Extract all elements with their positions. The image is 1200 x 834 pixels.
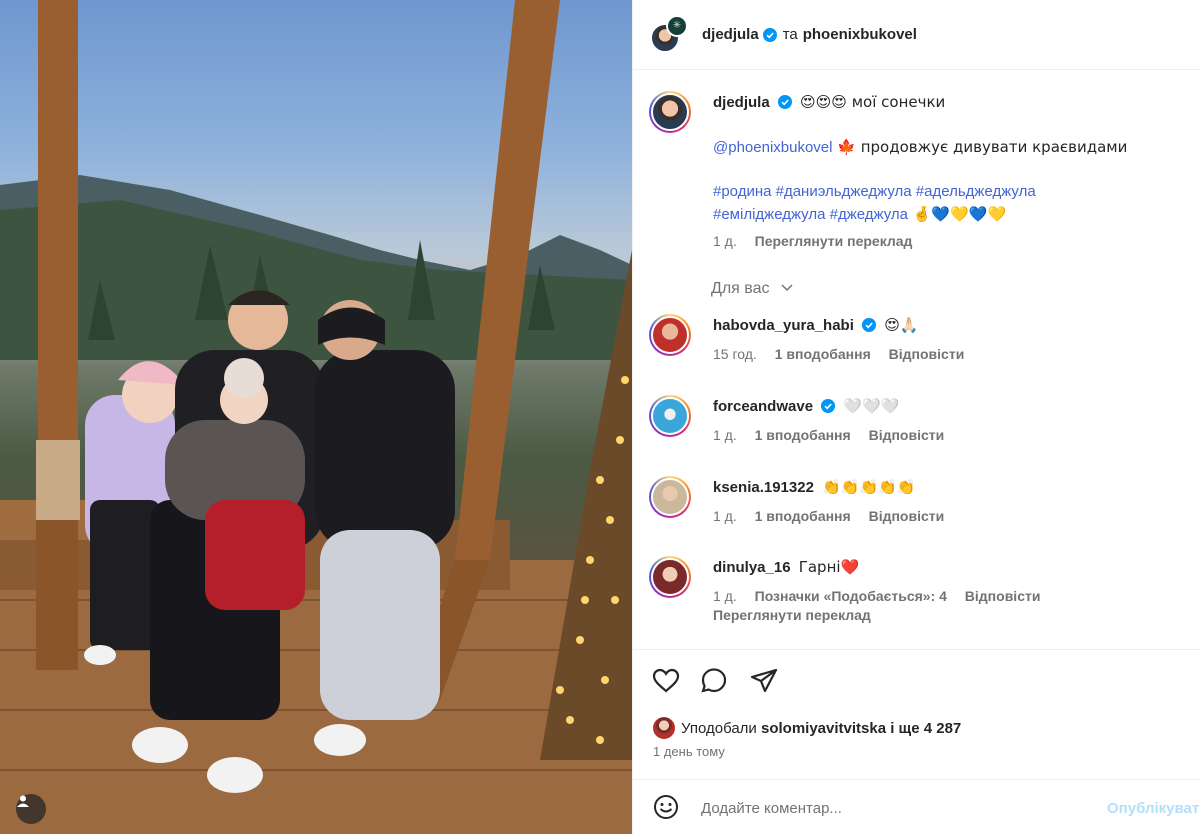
comment-text: 😍🙏🏻: [884, 316, 919, 334]
post-photo[interactable]: [0, 0, 632, 834]
comment-reply-button[interactable]: Відповісти: [869, 508, 945, 524]
comment-avatar[interactable]: [649, 314, 691, 356]
comment-input[interactable]: Додайте коментар...: [701, 800, 842, 817]
caption-hashtags-emoji: 🤞💙💛💙💛: [907, 205, 1007, 223]
comment-username[interactable]: habovda_yura_habi: [713, 317, 854, 334]
comment-likes[interactable]: Позначки «Подобається»: 4: [755, 588, 947, 604]
comment-item: ksenia.191322 👏👏👏👏👏 1 д. 1 вподобання Ві…: [649, 476, 1193, 525]
caption-mention-link[interactable]: @phoenixbukovel: [713, 139, 832, 156]
comment-likes[interactable]: 1 вподобання: [755, 508, 851, 524]
comment-avatar[interactable]: [649, 476, 691, 518]
comment-text: Гарні❤️: [798, 558, 860, 576]
likes-count[interactable]: і ще 4 287: [890, 720, 961, 737]
comment-username[interactable]: dinulya_16: [713, 559, 791, 576]
comment-avatar[interactable]: [649, 395, 691, 437]
caption-text-line2: 🍁 продовжує дивувати краєвидами: [832, 138, 1128, 156]
liker-avatar[interactable]: [653, 717, 675, 739]
post-details-panel: ✳ djedjula та phoenixbukovel djedjula 😍😍…: [632, 0, 1200, 834]
comment-time[interactable]: 15 год.: [713, 346, 757, 362]
comment-time[interactable]: 1 д.: [713, 427, 737, 443]
comment-likes[interactable]: 1 вподобання: [755, 427, 851, 443]
liker-username[interactable]: solomiyavitvitska: [761, 720, 886, 737]
verified-badge-icon: [862, 318, 877, 332]
comment-text: 🤍🤍🤍: [843, 397, 900, 415]
comment-item: habovda_yura_habi 😍🙏🏻 15 год. 1 вподобан…: [649, 314, 1193, 363]
coauthor-username[interactable]: phoenixbukovel: [803, 26, 917, 43]
caption-username[interactable]: djedjula: [713, 94, 770, 111]
post-comment-button[interactable]: Опублікувати: [1107, 800, 1200, 817]
comment-translate-link[interactable]: Переглянути переклад: [713, 607, 871, 623]
likes-summary[interactable]: Уподобали solomiyavitvitska і ще 4 287: [653, 717, 961, 739]
comment-item: dinulya_16 Гарні❤️ 1 д. Позначки «Подоба…: [649, 556, 1193, 624]
caption-hashtags-line2[interactable]: #емілiджеджула #джеджула: [713, 206, 908, 223]
comments-scroll-area[interactable]: djedjula 😍😍😍 мої сонечки @phoenixbukovel…: [633, 71, 1200, 649]
verified-badge-icon: [821, 399, 836, 413]
caption-body: djedjula 😍😍😍 мої сонечки @phoenixbukovel…: [713, 91, 1193, 250]
caption-hashtags-line1[interactable]: #родина #даниэльджеджула #адельджеджула: [713, 181, 1193, 203]
coauthor-avatar[interactable]: ✳: [666, 14, 688, 37]
comment-avatar[interactable]: [649, 556, 691, 598]
verified-badge-icon: [762, 27, 777, 42]
post-header: ✳ djedjula та phoenixbukovel: [633, 0, 1200, 70]
chevron-down-icon: [781, 284, 793, 292]
verified-badge-icon: [777, 95, 792, 109]
caption-entry: djedjula 😍😍😍 мої сонечки @phoenixbukovel…: [649, 91, 1193, 250]
comment-item: forceandwave 🤍🤍🤍 1 д. 1 вподобання Відпо…: [649, 395, 1193, 444]
comment-username[interactable]: forceandwave: [713, 398, 813, 415]
share-paper-plane-icon[interactable]: [749, 666, 779, 696]
comment-text: 👏👏👏👏👏: [822, 478, 916, 496]
emoji-smiley-icon[interactable]: [653, 794, 679, 820]
author-avatars[interactable]: ✳: [650, 14, 690, 55]
caption-time[interactable]: 1 д.: [713, 233, 737, 249]
like-heart-icon[interactable]: [651, 666, 681, 696]
comment-likes[interactable]: 1 вподобання: [775, 346, 871, 362]
caption-text-line1: 😍😍😍 мої сонечки: [800, 93, 946, 111]
photo-illustration: [0, 0, 632, 834]
header-joiner: та: [782, 26, 798, 43]
caption-avatar[interactable]: [649, 91, 691, 133]
posted-ago[interactable]: 1 день тому: [653, 744, 725, 759]
comment-username[interactable]: ksenia.191322: [713, 479, 814, 496]
comment-bubble-icon[interactable]: [699, 666, 729, 696]
for-you-label: Для вас: [711, 280, 770, 297]
comment-time[interactable]: 1 д.: [713, 508, 737, 524]
add-comment-bar: Додайте коментар... Опублікувати: [633, 779, 1200, 834]
user-icon: [17, 795, 29, 807]
comment-reply-button[interactable]: Відповісти: [965, 588, 1041, 604]
likes-prefix: Уподобали: [681, 719, 757, 737]
tagged-users-button[interactable]: [16, 794, 46, 824]
caption-translate-link[interactable]: Переглянути переклад: [755, 233, 913, 249]
comment-reply-button[interactable]: Відповісти: [869, 427, 945, 443]
comment-reply-button[interactable]: Відповісти: [889, 346, 965, 362]
author-username[interactable]: djedjula: [702, 26, 759, 43]
for-you-dropdown[interactable]: Для вас: [711, 280, 794, 298]
comment-time[interactable]: 1 д.: [713, 588, 737, 604]
post-actions: Уподобали solomiyavitvitska і ще 4 287 1…: [633, 649, 1200, 769]
